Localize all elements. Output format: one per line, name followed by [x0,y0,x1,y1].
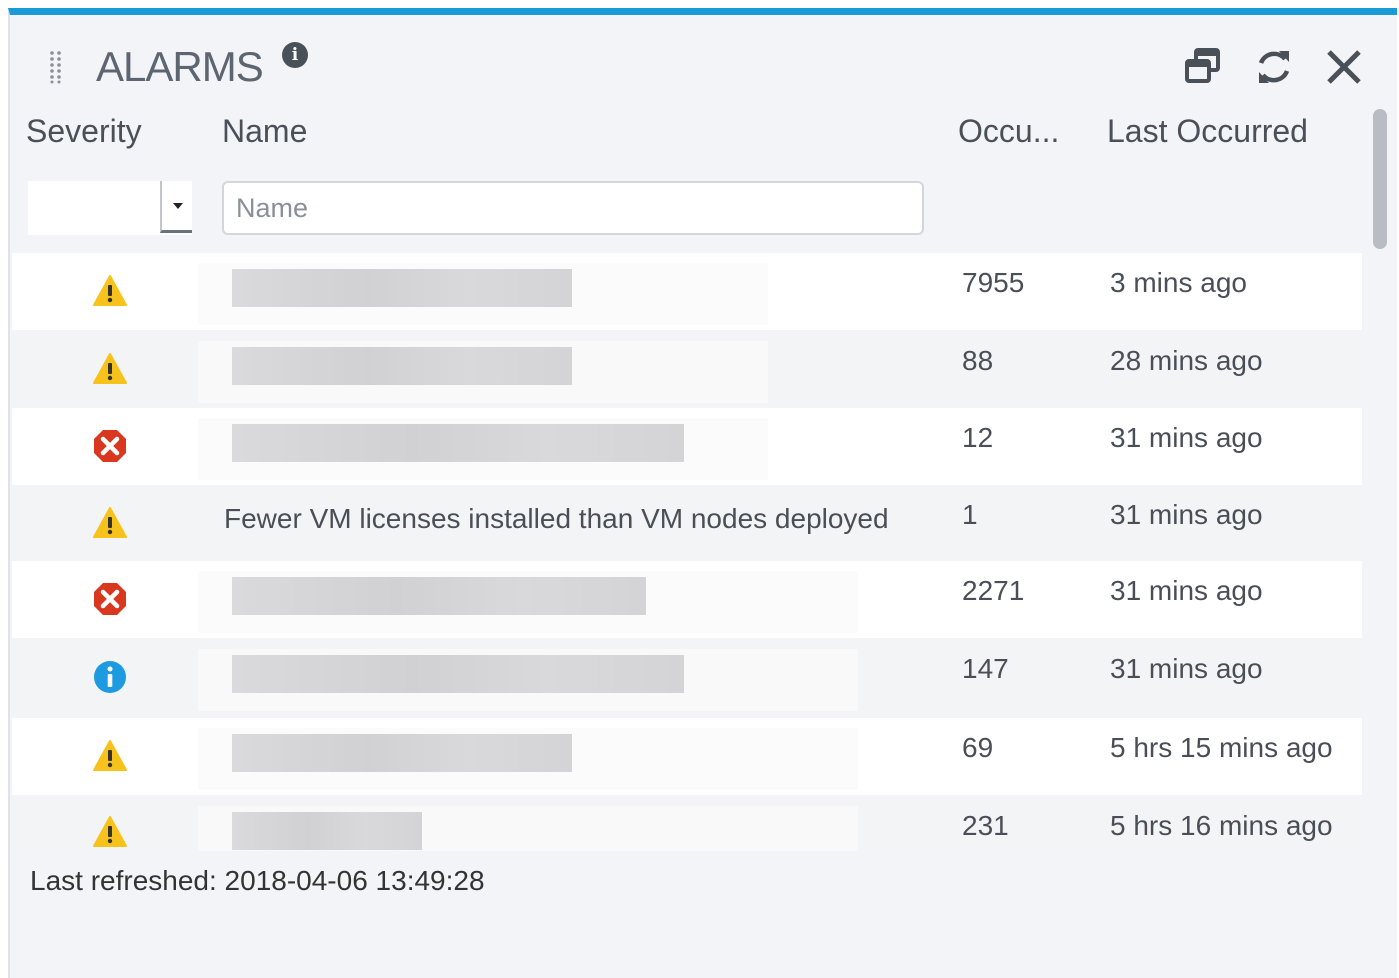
warning-icon [93,740,127,771]
redacted-name [198,571,858,633]
panel-title: ALARMS [96,43,264,90]
occurrence-count: 12 [962,422,994,453]
name-filter-input[interactable] [222,181,924,235]
vertical-scrollbar[interactable] [1366,103,1392,853]
info-status-icon [94,661,126,693]
column-header-name[interactable]: Name [222,113,307,150]
occurrence-count: 69 [962,732,994,763]
redacted-name-bar [232,577,646,615]
last-occurred-time: 28 mins ago [1110,345,1263,376]
table-row[interactable]: 231 5 hrs 16 mins ago [12,796,1362,851]
redacted-name-bar [232,655,684,693]
close-button[interactable] [1322,45,1366,89]
redacted-name-bar [232,347,572,385]
scrollbar-thumb[interactable] [1373,109,1387,249]
popout-button[interactable] [1182,45,1226,89]
close-icon [1327,50,1361,84]
severity-filter-select[interactable] [28,181,192,235]
refresh-icon [1258,51,1290,83]
table-row[interactable]: 7955 3 mins ago [12,253,1362,330]
redacted-name [198,263,768,325]
occurrence-count: 231 [962,810,1009,841]
column-header-last-occurred[interactable]: Last Occurred [1107,113,1308,150]
redacted-name-bar [232,424,684,462]
chevron-down-icon[interactable] [160,181,192,233]
info-icon[interactable]: i [282,42,308,68]
refresh-button[interactable] [1252,45,1296,89]
panel-header: ALARMS i [10,15,1397,107]
table-row[interactable]: 88 28 mins ago [12,331,1362,408]
table-row[interactable]: 12 31 mins ago [12,408,1362,485]
occurrence-count: 1 [962,499,978,530]
warning-icon [93,507,127,538]
last-occurred-time: 31 mins ago [1110,653,1263,684]
occurrence-count: 2271 [962,575,1025,606]
redacted-name [198,806,858,851]
redacted-name [198,418,768,480]
occurrence-count: 88 [962,345,994,376]
warning-icon [93,816,127,847]
table-row[interactable]: 2271 31 mins ago [12,561,1362,638]
last-occurred-time: 5 hrs 15 mins ago [1110,732,1333,763]
table-row[interactable]: Fewer VM licenses installed than VM node… [12,485,1362,562]
warning-icon [93,353,127,384]
table-row[interactable]: 147 31 mins ago [12,639,1362,716]
table-row[interactable]: 69 5 hrs 15 mins ago [12,718,1362,795]
drag-handle-icon[interactable] [48,50,64,84]
warning-icon [93,275,127,306]
critical-error-icon [94,583,126,615]
column-header-severity[interactable]: Severity [26,113,142,150]
critical-error-icon [94,430,126,462]
alarms-table-body: 7955 3 mins ago 88 28 mins ago 12 31 mins ago… [12,253,1362,851]
last-occurred-time: 5 hrs 16 mins ago [1110,810,1333,841]
alarm-name: Fewer VM licenses installed than VM node… [224,503,889,534]
popout-icon [1185,48,1220,83]
redacted-name-bar [232,812,422,850]
redacted-name [198,728,858,790]
alarms-panel: ALARMS i Severity Name Occu... Last Occu… [8,8,1397,978]
last-occurred-time: 31 mins ago [1110,422,1263,453]
column-header-occurrences[interactable]: Occu... [958,113,1059,150]
occurrence-count: 7955 [962,267,1025,298]
redacted-name-bar [232,269,572,307]
occurrence-count: 147 [962,653,1009,684]
last-occurred-time: 31 mins ago [1110,499,1263,530]
last-occurred-time: 31 mins ago [1110,575,1263,606]
redacted-name [198,341,768,403]
redacted-name-bar [232,734,572,772]
last-refreshed-text: Last refreshed: 2018-04-06 13:49:28 [30,865,485,896]
last-occurred-time: 3 mins ago [1110,267,1247,298]
redacted-name [198,649,858,711]
